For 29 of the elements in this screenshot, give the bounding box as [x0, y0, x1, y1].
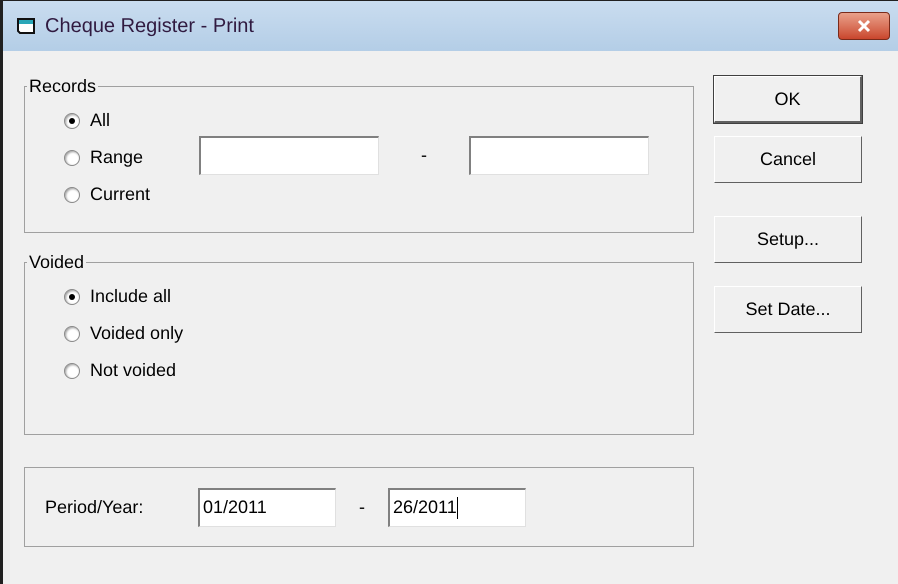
radio-button[interactable] — [64, 150, 80, 166]
radio-label: All — [90, 109, 110, 132]
radio-label: Include all — [90, 285, 172, 308]
radio-label: Not voided — [90, 359, 176, 382]
window-icon — [17, 17, 37, 35]
text-field[interactable]: 26/2011 — [388, 488, 526, 526]
text-field[interactable] — [469, 136, 649, 175]
radio-button[interactable] — [64, 362, 80, 378]
close-button[interactable] — [838, 12, 890, 40]
text-field[interactable]: 01/2011 — [198, 488, 336, 526]
dialog-button[interactable]: OK — [714, 76, 862, 123]
radio-button[interactable] — [64, 112, 80, 128]
radio-button[interactable] — [64, 186, 80, 202]
period-label: Period/Year: — [45, 496, 144, 518]
range-separator: - — [420, 144, 428, 167]
window-title: Cheque Register - Print — [45, 14, 255, 39]
close-icon — [856, 19, 872, 33]
dialog-button[interactable]: Cancel — [714, 136, 862, 183]
radio-button[interactable] — [64, 326, 80, 342]
period-separator: - — [358, 496, 366, 518]
group-label: Records — [28, 75, 98, 98]
group-label: Voided — [28, 251, 86, 274]
radio-button[interactable] — [64, 288, 80, 304]
text-field[interactable] — [199, 136, 379, 175]
dialog-button[interactable]: Setup... — [714, 216, 862, 263]
dialog-button[interactable]: Set Date... — [714, 286, 862, 333]
radio-label: Current — [90, 183, 150, 206]
radio-label: Range — [90, 146, 144, 169]
radio-label: Voided only — [90, 322, 184, 345]
